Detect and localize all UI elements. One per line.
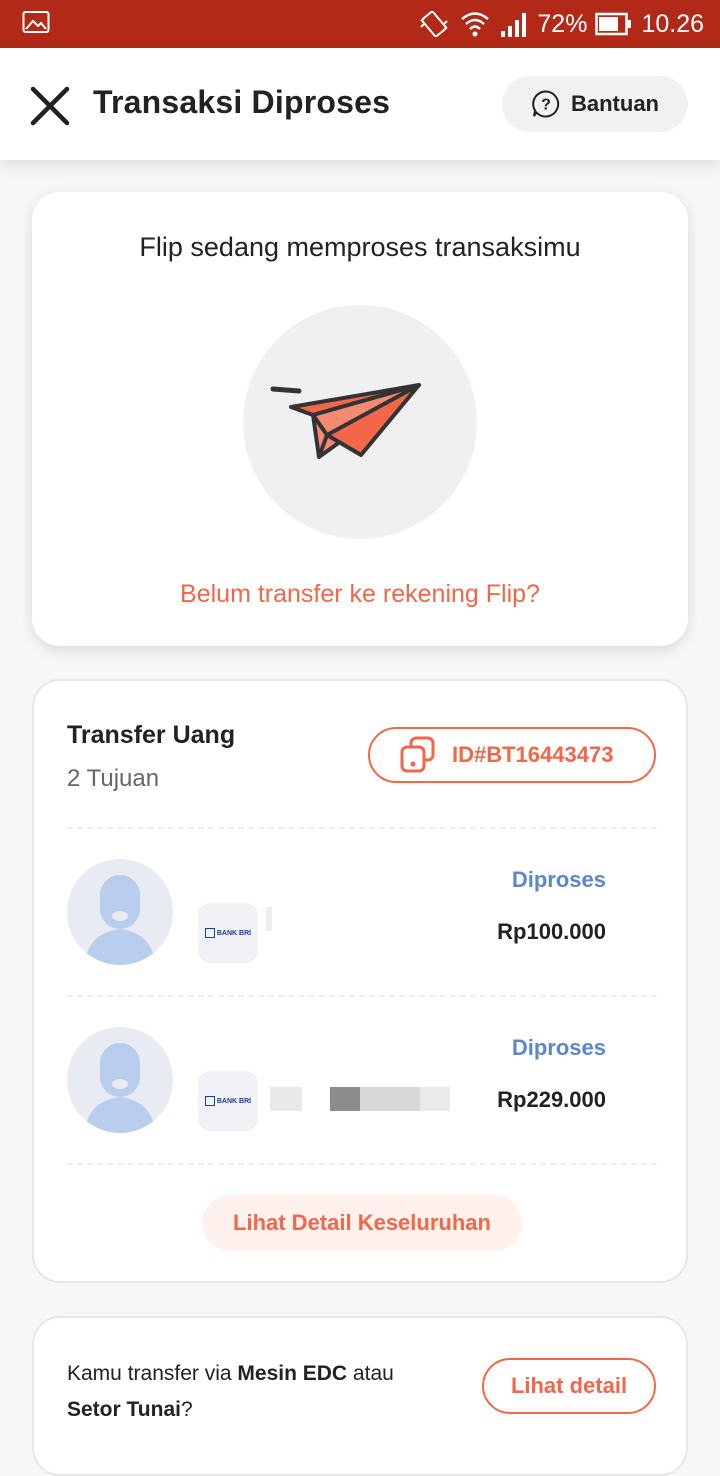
close-button[interactable] [28,84,72,128]
not-transferred-link[interactable]: Belum transfer ke rekening Flip? [32,580,688,609]
status-heading: Flip sedang memproses transaksimu [139,232,581,262]
redacted-name [270,1087,302,1111]
paper-plane-illustration [243,305,477,539]
view-full-detail-button[interactable]: Lihat Detail Keseluruhan [202,1195,522,1251]
transfer-card: Transfer Uang 2 Tujuan ID#BT16443473 BAN… [32,679,688,1283]
redacted-account [420,1087,450,1111]
avatar [67,859,173,965]
recipient-row: BANK BRI Diproses Rp229.000 [34,1027,686,1147]
vibrate-icon [417,9,451,39]
edc-question: Kamu transfer via Mesin EDC atau Setor T… [67,1362,394,1421]
battery-percent: 72% [537,9,588,38]
signal-icon [499,11,529,37]
redacted-account [360,1087,420,1111]
redacted-account [266,907,272,931]
clock: 10.26 [641,9,704,38]
svg-text:?: ? [541,97,551,114]
edc-detail-button[interactable]: Lihat detail [482,1358,656,1414]
bank-logo: BANK BRI [198,1071,258,1131]
wifi-icon [459,9,491,39]
divider [67,1163,657,1165]
copy-icon [400,736,435,773]
recipient-row: BANK BRI Diproses Rp100.000 [34,859,686,979]
divider [67,827,657,829]
close-icon [30,86,70,126]
bri-logo-icon [204,1096,215,1106]
page-title: Transaksi Diproses [93,84,391,120]
recipient-status: Diproses [511,867,606,892]
copy-transaction-id-button[interactable]: ID#BT16443473 [368,727,656,783]
avatar [67,1027,173,1133]
app-bar: Transaksi Diproses ? Bantuan [0,48,720,160]
recipient-amount: Rp100.000 [497,919,606,944]
status-bar: 72% 10.26 [0,0,720,48]
person-icon [85,875,155,965]
transaction-id: ID#BT16443473 [452,742,614,767]
bri-logo-icon [204,928,215,938]
redacted-account [330,1087,360,1111]
bank-logo: BANK BRI [198,903,258,963]
help-button[interactable]: ? Bantuan [502,76,688,132]
transfer-title: Transfer Uang [67,721,236,749]
processing-status-card: Flip sedang memproses transaksimu Belum … [32,192,688,646]
edc-card: Kamu transfer via Mesin EDC atau Setor T… [32,1316,688,1476]
battery-icon [595,12,633,36]
person-icon [85,1043,155,1133]
paper-plane-icon [270,383,421,459]
divider [67,995,657,997]
transfer-destination-count: 2 Tujuan [67,765,160,792]
recipient-status: Diproses [511,1035,606,1060]
recipient-amount: Rp229.000 [497,1087,606,1112]
help-icon: ? [532,90,560,118]
help-label: Bantuan [571,91,659,116]
image-icon [22,10,50,39]
